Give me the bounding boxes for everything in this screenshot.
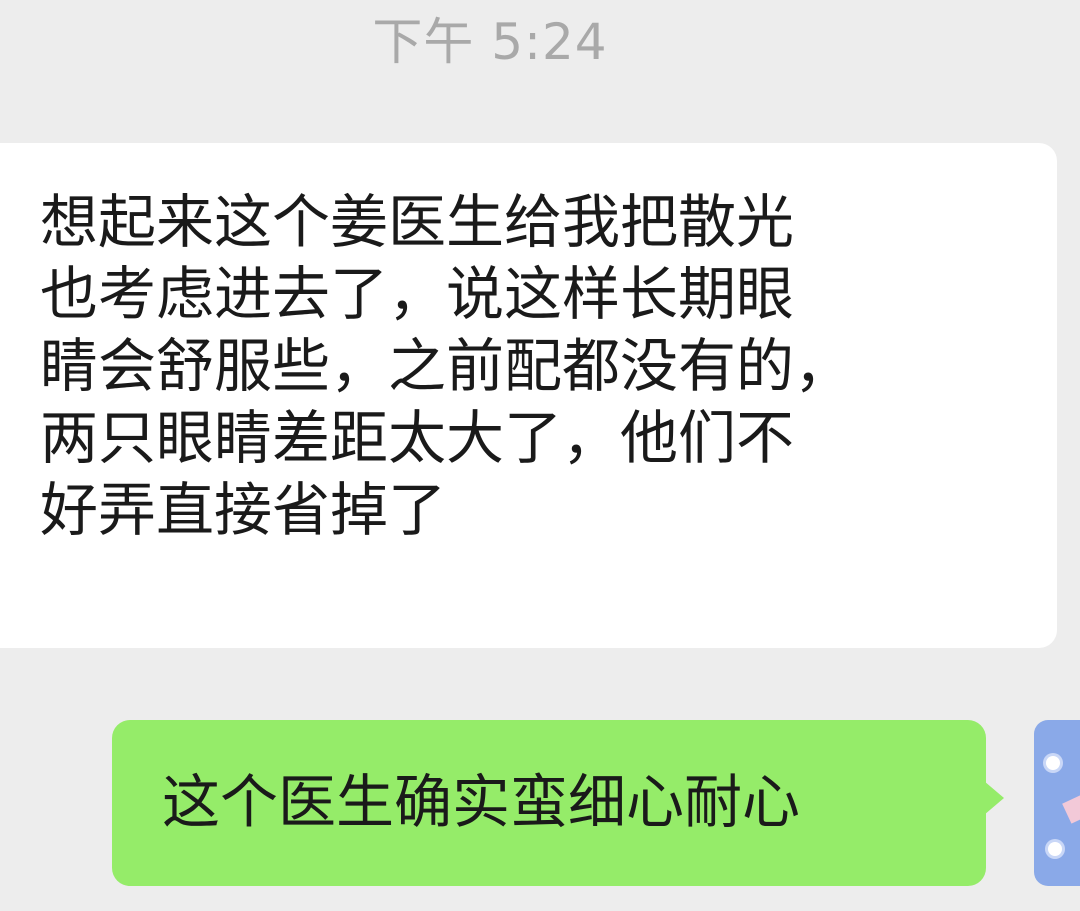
outgoing-bubble-tail	[984, 781, 1004, 815]
outgoing-message-text: 这个医生确实蛮细心耐心	[162, 768, 801, 836]
incoming-message-line: 睛会舒服些，之前配都没有的，	[40, 332, 853, 400]
incoming-message-line: 两只眼睛差距太大了，他们不	[40, 404, 795, 472]
incoming-message-line: 也考虑进去了，说这样长期眼	[40, 260, 795, 328]
avatar-pattern	[1062, 778, 1080, 824]
incoming-message-line: 想起来这个姜医生给我把散光	[40, 188, 795, 256]
sender-avatar[interactable]	[1034, 720, 1080, 886]
incoming-message-text: 想起来这个姜医生给我把散光 也考虑进去了，说这样长期眼 睛会舒服些，之前配都没有…	[40, 186, 1000, 546]
avatar-flower-icon	[1048, 842, 1062, 856]
avatar-flower-icon	[1046, 756, 1060, 770]
message-timestamp: 下午 5:24	[372, 13, 608, 71]
incoming-message-line: 好弄直接省掉了	[40, 476, 447, 544]
